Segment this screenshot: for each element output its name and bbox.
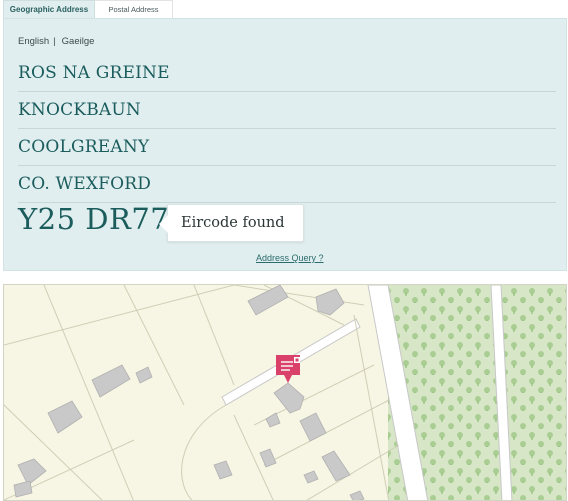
eircode-value: Y25 DR77 — [18, 202, 170, 236]
language-english-link[interactable]: English — [18, 36, 49, 47]
address-tabs: Geographic Address Postal Address — [3, 0, 173, 19]
tab-geographic-address[interactable]: Geographic Address — [3, 0, 95, 19]
address-line-1: ROS NA GREINE — [18, 55, 556, 92]
language-separator: | — [53, 36, 56, 47]
address-line-2: KNOCKBAUN — [18, 92, 556, 129]
language-switcher: English | Gaeilge — [18, 36, 94, 47]
address-line-4: CO. WEXFORD — [18, 166, 556, 203]
tab-postal-address[interactable]: Postal Address — [95, 0, 173, 19]
address-query-link[interactable]: Address Query ? — [256, 253, 324, 263]
language-irish-link[interactable]: Gaeilge — [62, 36, 95, 47]
address-line-3: COOLGREANY — [18, 129, 556, 166]
map-pin-icon[interactable] — [276, 355, 300, 383]
buildings — [13, 285, 365, 500]
map-canvas[interactable] — [4, 285, 567, 501]
eircode-found-tooltip: Eircode found — [159, 204, 304, 242]
map-view[interactable] — [3, 284, 567, 501]
address-panel: English | Gaeilge ROS NA GREINE KNOCKBAUN … — [3, 18, 567, 271]
